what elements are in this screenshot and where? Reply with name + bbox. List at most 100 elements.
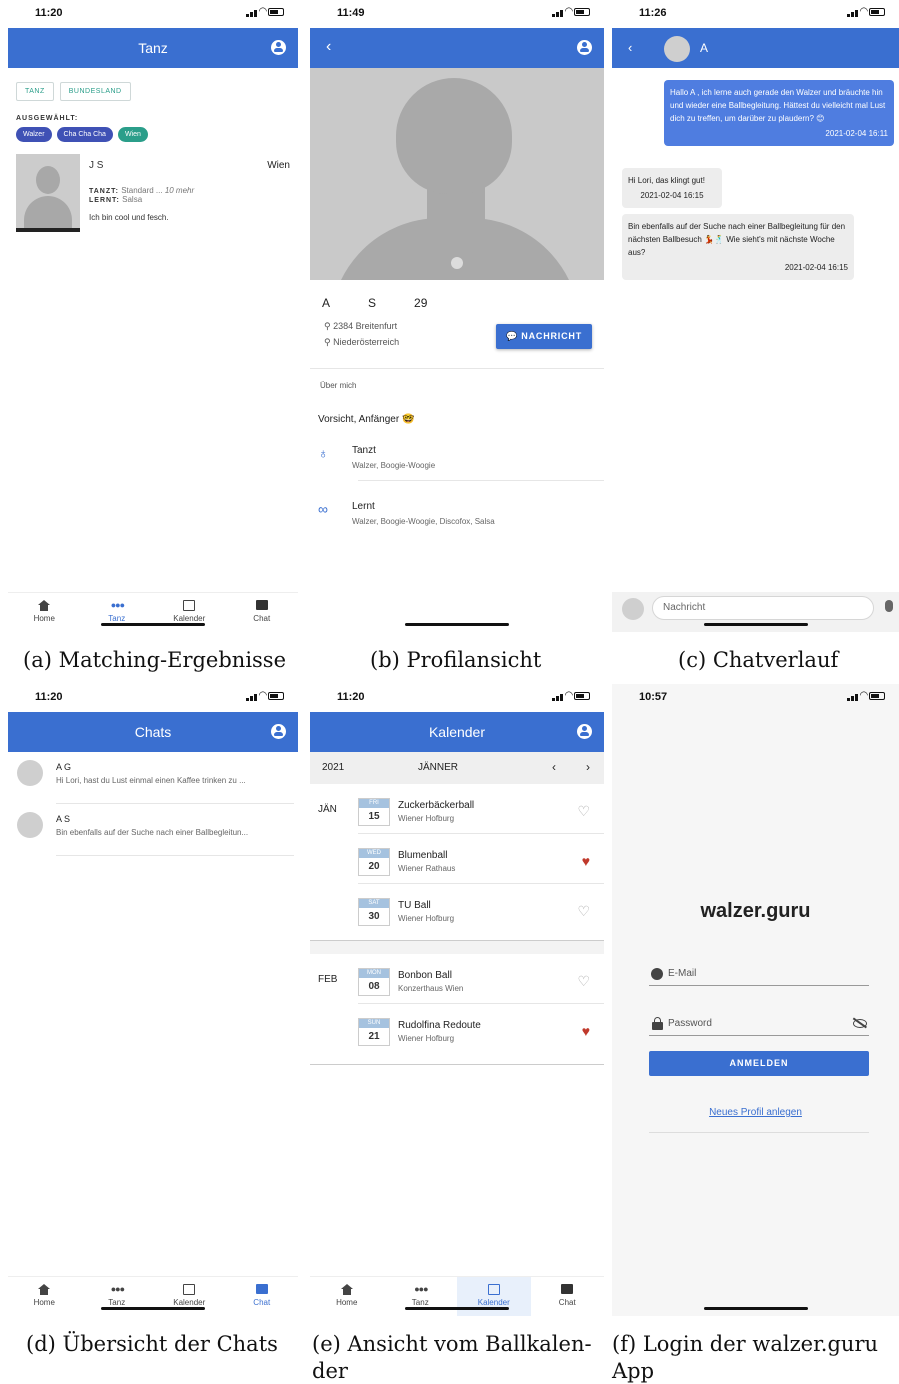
- status-time: 11:26: [639, 7, 667, 19]
- chevron-left-icon[interactable]: ‹: [552, 760, 556, 774]
- match-card[interactable]: J S TANZT: Standard ... 10 mehr LERNT: S…: [8, 142, 298, 232]
- back-icon[interactable]: ‹: [326, 38, 331, 56]
- skill-tanzt: ♁ Tanzt Walzer, Boogie-Woogie: [310, 425, 604, 470]
- calendar-month: JÄNNER: [418, 762, 459, 773]
- account-icon[interactable]: [271, 724, 286, 739]
- caption-e-line1: (e) Ansicht vom Ballkalen-: [312, 1332, 592, 1356]
- battery-icon: [869, 692, 885, 700]
- event-item[interactable]: SAT 30 TU Ball Wiener Hofburg ♡: [358, 884, 604, 934]
- account-icon[interactable]: [577, 40, 592, 55]
- login-button[interactable]: ANMELDEN: [649, 1051, 869, 1076]
- tab-tanz[interactable]: ●●● Tanz: [81, 1277, 154, 1316]
- new-profile-link[interactable]: Neues Profil anlegen: [612, 1107, 899, 1118]
- filter-bundesland-button[interactable]: BUNDESLAND: [59, 82, 131, 101]
- home-icon: [38, 600, 51, 611]
- status-bar: 10:57 ◠: [612, 684, 899, 712]
- event-date: WED 20: [358, 848, 390, 876]
- message-bubble-other: Hi Lori, das klingt gut! 2021-02-04 16:1…: [622, 168, 722, 208]
- password-placeholder: Password: [668, 1018, 712, 1029]
- message-time: 2021-02-04 16:15: [640, 191, 704, 200]
- status-icons: ◠: [847, 6, 885, 17]
- lernt-value: Salsa: [122, 195, 143, 204]
- tab-chat[interactable]: Chat: [531, 1277, 605, 1316]
- message-button[interactable]: 💬 NACHRICHT: [495, 324, 592, 349]
- caption-f-line2: App: [612, 1359, 655, 1383]
- heart-outline-icon[interactable]: ♡: [577, 974, 590, 988]
- avatar[interactable]: [664, 36, 690, 62]
- tanzt-more: 10 mehr: [164, 186, 195, 195]
- calendar-year: 2021: [322, 762, 345, 773]
- event-item[interactable]: WED 20 Blumenball Wiener Rathaus ♥: [358, 834, 604, 884]
- tab-chat[interactable]: Chat: [226, 1277, 299, 1316]
- tab-home[interactable]: Home: [8, 1277, 81, 1316]
- caption-e-line2: der: [312, 1359, 348, 1383]
- mic-icon[interactable]: [885, 600, 893, 612]
- lock-icon: [652, 1017, 663, 1030]
- tab-tanz[interactable]: ●●● Tanz: [81, 593, 154, 632]
- home-indicator: [703, 1307, 808, 1310]
- chat-list-item[interactable]: A S Bin ebenfalls auf der Suche nach ein…: [8, 804, 298, 856]
- tab-home[interactable]: Home: [310, 1277, 384, 1316]
- tab-kalender[interactable]: Kalender: [153, 1277, 226, 1316]
- chat-header: ‹ A: [612, 28, 899, 68]
- glasses-icon: ∞: [318, 501, 328, 517]
- heart-outline-icon[interactable]: ♡: [577, 904, 590, 918]
- match-lernt: LERNT: Salsa: [89, 195, 290, 204]
- month-group-feb: FEB MON 08 Bonbon Ball Konzerthaus Wien ♡…: [310, 954, 604, 1054]
- email-field[interactable]: E-Mail: [649, 964, 869, 986]
- status-bar: 11:20 ◠: [8, 0, 298, 28]
- profile-photo[interactable]: [310, 68, 604, 280]
- people-icon: ●●●: [110, 1284, 125, 1294]
- message-input[interactable]: Nachricht: [652, 596, 874, 620]
- chevron-right-icon[interactable]: ›: [586, 760, 590, 774]
- account-icon[interactable]: [271, 40, 286, 55]
- event-day: 20: [368, 861, 380, 872]
- tab-home[interactable]: Home: [8, 593, 81, 632]
- profile-first-name: A: [322, 296, 331, 310]
- chat-list-item[interactable]: A G Hi Lori, hast du Lust einmal einen K…: [8, 752, 298, 804]
- status-bar: 11:49 ◠: [310, 0, 604, 28]
- event-weekday: FRI: [359, 799, 389, 808]
- event-item[interactable]: MON 08 Bonbon Ball Konzerthaus Wien ♡: [358, 954, 604, 1004]
- heart-outline-icon[interactable]: ♡: [577, 804, 590, 818]
- tab-chat[interactable]: Chat: [226, 593, 299, 632]
- event-item[interactable]: SUN 21 Rudolfina Redoute Wiener Hofburg ♥: [358, 1004, 604, 1054]
- password-field[interactable]: Password: [649, 1014, 869, 1036]
- event-date: FRI 15: [358, 798, 390, 826]
- event-weekday: SAT: [359, 899, 389, 908]
- back-icon[interactable]: ‹: [628, 40, 632, 55]
- message-bubble-other: Bin ebenfalls auf der Suche nach einer B…: [622, 214, 854, 280]
- heart-filled-icon[interactable]: ♥: [582, 1024, 590, 1038]
- eye-off-icon[interactable]: [853, 1019, 867, 1028]
- chip-wien[interactable]: Wien: [117, 127, 148, 142]
- wifi-icon: ◠: [565, 6, 573, 17]
- event-weekday: MON: [359, 969, 389, 978]
- photo-indicator[interactable]: [451, 257, 463, 269]
- account-icon[interactable]: [577, 724, 592, 739]
- avatar: [17, 812, 43, 838]
- lernt-label: LERNT:: [89, 197, 120, 204]
- tab-tanz-label: Tanz: [411, 1298, 429, 1307]
- chat-icon: [255, 1284, 268, 1295]
- tab-kalender[interactable]: Kalender: [457, 1277, 531, 1316]
- home-indicator: [101, 623, 205, 626]
- heart-filled-icon[interactable]: ♥: [582, 854, 590, 868]
- people-icon: ●●●: [110, 600, 125, 610]
- tab-home-label: Home: [33, 1298, 55, 1307]
- event-date: SUN 21: [358, 1018, 390, 1046]
- filter-tanz-button[interactable]: TANZ: [16, 82, 54, 101]
- skill-items: Walzer, Boogie-Woogie: [352, 461, 436, 470]
- tab-tanz[interactable]: ●●● Tanz: [384, 1277, 458, 1316]
- tab-kalender[interactable]: Kalender: [153, 593, 226, 632]
- calendar-nav: 2021 JÄNNER ‹ ›: [310, 752, 604, 784]
- avatar: [622, 598, 644, 620]
- status-bar: 11:20 ◠: [8, 684, 298, 712]
- tab-tanz-label: Tanz: [108, 614, 126, 623]
- home-indicator: [703, 623, 808, 626]
- event-item[interactable]: FRI 15 Zuckerbäckerball Wiener Hofburg ♡: [358, 784, 604, 834]
- tab-bar: Home ●●● Tanz Kalender Chat: [8, 592, 298, 632]
- chip-cha-cha-cha[interactable]: Cha Cha Cha: [56, 127, 113, 142]
- status-time: 10:57: [639, 691, 668, 703]
- chip-walzer[interactable]: Walzer: [16, 127, 52, 142]
- event-day: 08: [368, 981, 380, 992]
